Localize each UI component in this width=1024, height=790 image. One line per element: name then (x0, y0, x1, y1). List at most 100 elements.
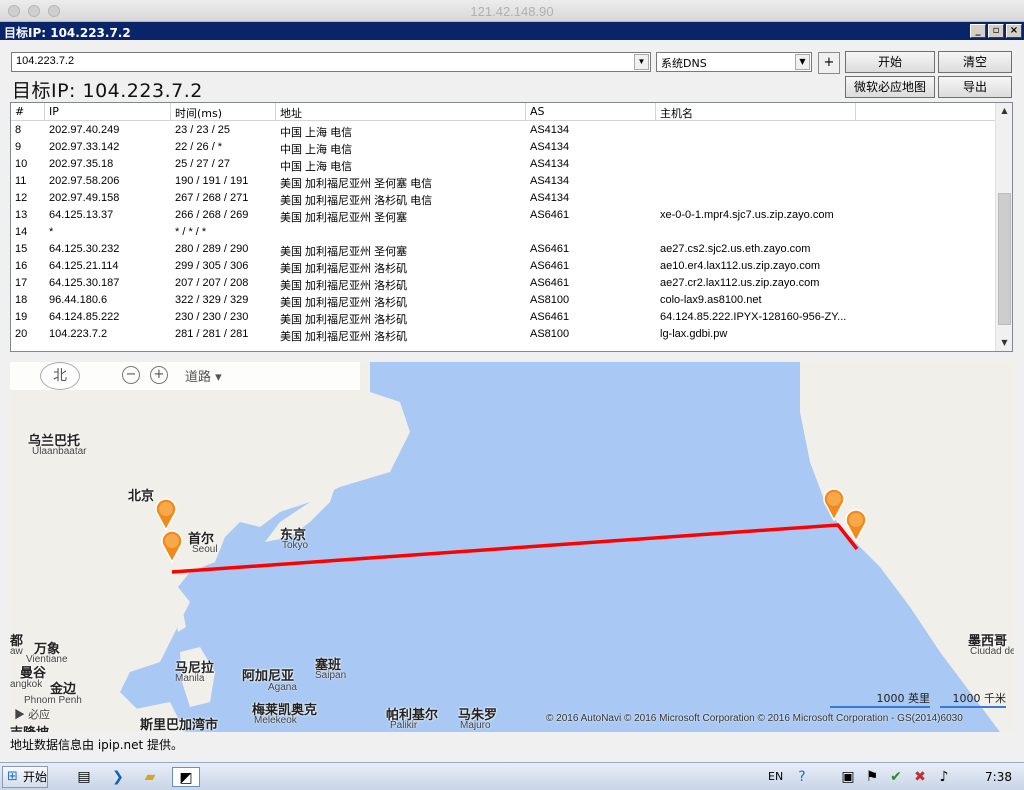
table-cell: 17 (15, 277, 28, 289)
column-header[interactable]: AS (526, 103, 656, 121)
dns-select-value: 系统DNS (661, 57, 707, 70)
folder-icon[interactable]: ▰ (140, 767, 160, 787)
table-row[interactable]: 9 202.97.33.142 22 / 26 / * 中国 上海 电信 AS4134 (11, 139, 997, 156)
table-row[interactable]: 11 202.97.58.206 190 / 191 / 191 美国 加利福尼亚州 … (11, 173, 997, 190)
table-cell (656, 139, 856, 156)
map-mode-dropdown[interactable]: 道路 ▾ (185, 366, 222, 385)
table-cell: 202.97.35.18 (49, 158, 114, 170)
table-cell: ae27.cs2.sjc2.us.eth.zayo.com (660, 243, 811, 255)
table-cell: AS4134 (530, 141, 570, 153)
maximize-button[interactable]: ▫ (988, 24, 1004, 38)
map-controls: 北 − + 道路 ▾ (10, 362, 360, 390)
chevron-down-icon[interactable]: ▼ (795, 54, 810, 70)
table-cell: 中国 上海 电信 (280, 127, 353, 139)
table-cell: 18 (15, 294, 28, 306)
column-header[interactable] (856, 103, 997, 121)
scroll-down-icon[interactable]: ▼ (997, 335, 1012, 351)
map-pin[interactable] (844, 508, 868, 542)
close-button[interactable]: × (1006, 24, 1022, 38)
map-pin[interactable] (822, 487, 846, 521)
start-button[interactable]: ⊞ 开始 (2, 766, 48, 788)
window-controls: _ ▫ × (970, 24, 1022, 38)
table-cell: 64.125.30.232 (49, 243, 120, 255)
table-cell: * (49, 226, 54, 238)
chevron-down-icon[interactable]: ▼ (634, 54, 649, 70)
volume-icon[interactable]: ♪ (934, 767, 954, 787)
security-icon[interactable]: ✔ (886, 767, 906, 787)
table-row[interactable]: 20 104.223.7.2 281 / 281 / 281 美国 加利福尼亚州 洛杉… (11, 326, 997, 343)
table-cell: 中国 上海 电信 (280, 161, 353, 173)
table-row[interactable]: 16 64.125.21.114 299 / 305 / 306 美国 加利福尼亚州 … (11, 258, 997, 275)
bing-logo: ▶ 必应 (14, 709, 51, 721)
table-cell: 96.44.180.6 (49, 294, 108, 306)
table-cell: 104.223.7.2 (49, 328, 108, 340)
table-row[interactable]: 14 * * / * / * (11, 224, 997, 241)
vertical-scrollbar[interactable]: ▲ ▼ (995, 103, 1012, 351)
scroll-thumb[interactable] (998, 193, 1011, 325)
zoom-in-icon[interactable]: + (150, 366, 168, 384)
network-icon[interactable]: ▣ (838, 767, 858, 787)
table-cell: AS6461 (530, 209, 570, 221)
dns-select[interactable]: 系统DNS ▼ (656, 52, 812, 72)
city-sublabel: aw (10, 646, 23, 657)
help-icon[interactable]: ? (792, 767, 812, 787)
table-cell: 美国 加利福尼亚州 洛杉矶 (280, 331, 408, 343)
start-label: 开始 (23, 770, 48, 784)
table-cell: 美国 加利福尼亚州 洛杉矶 电信 (280, 195, 433, 207)
column-header[interactable]: 时间(ms) (171, 103, 276, 121)
table-cell: 美国 加利福尼亚州 圣何塞 电信 (280, 178, 433, 190)
city-sublabel: Tokyo (282, 540, 309, 551)
app-title: 目标IP: 104.223.7.2 (4, 26, 131, 40)
table-cell: 美国 加利福尼亚州 圣何塞 (280, 246, 408, 258)
table-cell: 202.97.40.249 (49, 124, 120, 136)
flag-icon[interactable]: ⚑ (862, 767, 882, 787)
table-row[interactable]: 17 64.125.30.187 207 / 207 / 208 美国 加利福尼亚州 … (11, 275, 997, 292)
column-header[interactable]: 地址 (276, 103, 526, 121)
table-cell: 13 (15, 209, 28, 221)
export-button[interactable]: 导出 (938, 76, 1012, 98)
table-cell: 14 (15, 226, 28, 238)
column-header[interactable]: 主机名 (656, 103, 856, 121)
target-input[interactable]: 104.223.7.2 ▼ (11, 52, 651, 72)
table-cell: xe-0-0-1.mpr4.sjc7.us.zip.zayo.com (660, 209, 834, 221)
column-header[interactable]: # (11, 103, 45, 121)
city-label: 北京 (128, 489, 155, 504)
server-manager-icon[interactable]: ▤ (74, 767, 94, 787)
table-row[interactable]: 8 202.97.40.249 23 / 23 / 25 中国 上海 电信 AS4134 (11, 122, 997, 139)
windows-logo-icon: ⊞ (7, 769, 18, 784)
table-cell: 25 / 27 / 27 (175, 158, 231, 170)
table-row[interactable]: 18 96.44.180.6 322 / 329 / 329 美国 加利福尼亚州 洛杉… (11, 292, 997, 309)
map-pin[interactable] (160, 529, 184, 563)
column-header[interactable]: IP (45, 103, 171, 121)
bing-map-button[interactable]: 微软必应地图 (845, 76, 935, 98)
city-label: 吉隆坡 (10, 722, 49, 732)
minimize-button[interactable]: _ (970, 24, 986, 38)
compass-north[interactable]: 北 (40, 362, 80, 390)
table-cell: 266 / 268 / 269 (175, 209, 249, 221)
language-indicator[interactable]: EN (768, 770, 783, 783)
scroll-up-icon[interactable]: ▲ (997, 103, 1012, 119)
add-dns-button[interactable]: + (818, 52, 840, 74)
table-row[interactable]: 15 64.125.30.232 280 / 289 / 290 美国 加利福尼亚州 … (11, 241, 997, 258)
network-warning-icon[interactable]: ✖ (910, 767, 930, 787)
mac-titlebar: 121.42.148.90 (0, 0, 1024, 22)
table-cell: AS6461 (530, 277, 570, 289)
table-cell: 280 / 289 / 290 (175, 243, 249, 255)
powershell-icon[interactable]: ❯ (108, 767, 128, 787)
table-row[interactable]: 19 64.124.85.222 230 / 230 / 230 美国 加利福尼亚州 … (11, 309, 997, 326)
table-cell (276, 224, 526, 241)
tracert-app-icon[interactable]: ◩ (172, 767, 200, 787)
zoom-out-icon[interactable]: − (122, 366, 140, 384)
table-cell: colo-lax9.as8100.net (660, 294, 762, 306)
start-button[interactable]: 开始 (845, 51, 935, 73)
clear-button[interactable]: 清空 (938, 51, 1012, 73)
table-cell (656, 224, 856, 241)
map-pin[interactable] (154, 497, 178, 531)
route-map[interactable]: 北 − + 道路 ▾ 乌兰巴托 Ulaanbaatar 北京 首尔 Seoul … (10, 362, 1014, 732)
table-row[interactable]: 13 64.125.13.37 266 / 268 / 269 美国 加利福尼亚州 圣… (11, 207, 997, 224)
clock[interactable]: 7:38 (985, 770, 1012, 784)
table-cell: 8 (15, 124, 22, 136)
map-copyright: © 2016 AutoNavi © 2016 Microsoft Corpora… (546, 713, 963, 724)
table-row[interactable]: 10 202.97.35.18 25 / 27 / 27 中国 上海 电信 AS4134 (11, 156, 997, 173)
table-row[interactable]: 12 202.97.49.158 267 / 268 / 271 美国 加利福尼亚州 … (11, 190, 997, 207)
